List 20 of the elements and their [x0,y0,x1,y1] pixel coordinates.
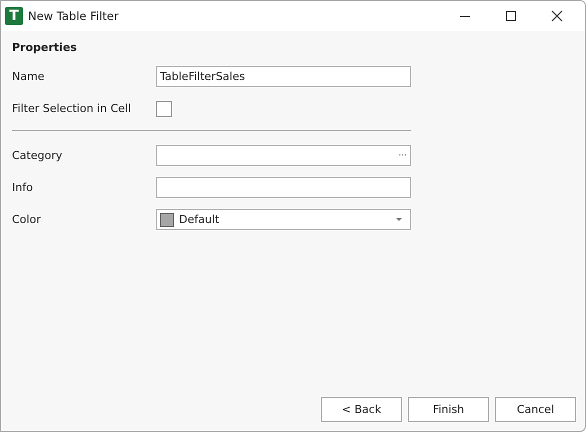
browse-button[interactable]: ··· [398,150,407,160]
field-label: Info [12,181,34,194]
field-label: Filter Selection in Cell [12,102,132,115]
maximize-icon[interactable] [505,10,517,22]
field-label: Name [12,70,46,83]
caret-icon [396,218,402,221]
input-field[interactable] [156,177,411,198]
input-field[interactable]: ··· [156,145,411,166]
color-dropdown[interactable]: Default [156,209,411,230]
field-label: Category [12,149,64,162]
dialog-button[interactable]: Cancel [495,397,576,422]
checkbox[interactable] [156,100,172,116]
field-label: Color [12,213,42,226]
dialog-button[interactable]: < Back [321,397,402,422]
dialog-button[interactable]: Finish [408,397,489,422]
app-logo: T [5,7,23,25]
input-field[interactable]: TableFilterSales [156,66,411,87]
close-icon[interactable] [551,10,563,22]
section-heading: Properties [12,41,78,54]
window-title: New Table Filter [28,9,119,23]
